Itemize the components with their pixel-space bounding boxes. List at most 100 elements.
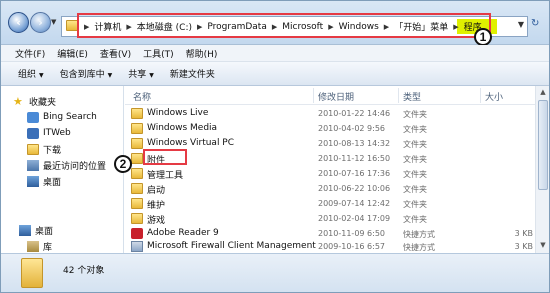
- folder-icon: [131, 168, 143, 179]
- breadcrumb-computer[interactable]: 计算机: [92, 20, 123, 33]
- nav-item-label: 下载: [43, 145, 62, 156]
- menu-help[interactable]: 帮助(H): [180, 47, 224, 60]
- menu-bar: 文件(F) 编辑(E) 查看(V) 工具(T) 帮助(H): [1, 45, 549, 62]
- breadcrumb-local-disk[interactable]: 本地磁盘 (C:): [135, 20, 194, 33]
- recent-pages-dropdown-icon[interactable]: ▼: [51, 18, 59, 26]
- address-dropdown-icon[interactable]: ▼: [518, 20, 524, 29]
- file-type: 文件夹: [403, 185, 427, 194]
- firewall-client-icon: [131, 241, 143, 252]
- breadcrumb-separator-icon[interactable]: ▶: [194, 23, 205, 31]
- breadcrumb-start-menu[interactable]: 「开始」菜单: [392, 20, 450, 33]
- file-size: 3 KB: [514, 242, 533, 251]
- folder-icon: [131, 108, 143, 119]
- nav-item-label: 收藏夹: [29, 97, 57, 108]
- step-marker-2: 2: [114, 155, 132, 173]
- folder-icon: [131, 183, 143, 194]
- vertical-scrollbar[interactable]: ▲ ▼: [535, 86, 549, 253]
- file-name: Adobe Reader 9: [147, 228, 219, 238]
- scroll-up-icon[interactable]: ▲: [538, 88, 548, 98]
- breadcrumb-separator-icon[interactable]: ▶: [381, 23, 392, 31]
- star-icon: ★: [13, 94, 23, 108]
- breadcrumb-separator-icon[interactable]: ▶: [269, 23, 280, 31]
- file-type: 文件夹: [403, 170, 427, 179]
- forward-arrow-icon[interactable]: ›: [30, 12, 51, 33]
- column-divider[interactable]: [398, 88, 399, 103]
- nav-item-itweb[interactable]: ITWeb: [27, 126, 71, 140]
- folder-icon: [131, 213, 143, 224]
- breadcrumb: ▶ 计算机 ▶ 本地磁盘 (C:) ▶ ProgramData ▶ Micros…: [81, 18, 484, 35]
- back-arrow-icon[interactable]: ‹: [8, 12, 29, 33]
- column-header-size[interactable]: 大小: [485, 90, 503, 103]
- file-row[interactable]: Windows Virtual PC 2010-08-13 14:32 文件夹: [125, 136, 549, 151]
- file-list: 名称 修改日期 类型 大小 Windows Live 2010-01-22 14…: [125, 86, 549, 253]
- refresh-icon[interactable]: ↻: [531, 18, 539, 29]
- column-divider[interactable]: [480, 88, 481, 103]
- address-folder-icon: [66, 20, 79, 31]
- file-name: 管理工具: [147, 171, 184, 181]
- file-row-accessories[interactable]: 附件 2010-11-12 16:50 文件夹: [125, 151, 549, 166]
- file-date: 2010-02-04 17:09: [318, 214, 391, 223]
- file-row[interactable]: Windows Media 2010-04-02 9:56 文件夹: [125, 121, 549, 136]
- scroll-down-icon[interactable]: ▼: [538, 241, 548, 251]
- file-row[interactable]: 启动 2010-06-22 10:06 文件夹: [125, 181, 549, 196]
- include-in-library-button[interactable]: 包含到库中 ▼: [55, 67, 124, 80]
- breadcrumb-windows[interactable]: Windows: [337, 22, 381, 32]
- adobe-reader-icon: [131, 228, 143, 239]
- library-icon: [27, 240, 39, 252]
- nav-item-bing-search[interactable]: Bing Search: [27, 110, 97, 124]
- breadcrumb-separator-icon[interactable]: ▶: [325, 23, 336, 31]
- folder-icon: [131, 138, 143, 149]
- file-row[interactable]: 游戏 2010-02-04 17:09 文件夹: [125, 211, 549, 226]
- organize-label: 组织: [18, 70, 37, 80]
- file-row[interactable]: 维护 2009-07-14 12:42 文件夹: [125, 196, 549, 211]
- menu-edit[interactable]: 编辑(E): [51, 47, 94, 60]
- organize-button[interactable]: 组织 ▼: [13, 67, 55, 80]
- itweb-icon: [27, 127, 39, 139]
- column-divider[interactable]: [313, 88, 314, 103]
- file-date: 2010-06-22 10:06: [318, 184, 391, 193]
- file-name: Microsoft Firewall Client Management: [147, 241, 316, 251]
- file-row[interactable]: Windows Live 2010-01-22 14:46 文件夹: [125, 106, 549, 121]
- navigation-pane: ★ 收藏夹 Bing Search ITWeb 下载 最近访问的位置 桌面 桌面: [1, 86, 124, 253]
- file-date: 2010-08-13 14:32: [318, 139, 391, 148]
- nav-item-label: 桌面: [35, 226, 54, 237]
- file-name: 维护: [147, 201, 166, 211]
- address-bar[interactable]: ▶ 计算机 ▶ 本地磁盘 (C:) ▶ ProgramData ▶ Micros…: [61, 16, 528, 37]
- nav-item-favorites[interactable]: ★ 收藏夹: [13, 94, 56, 108]
- file-name: Windows Live: [147, 108, 209, 118]
- nav-item-libraries[interactable]: 库: [27, 239, 52, 253]
- new-folder-button[interactable]: 新建文件夹: [165, 67, 226, 80]
- nav-item-recent-places[interactable]: 最近访问的位置: [27, 158, 106, 172]
- breadcrumb-separator-icon[interactable]: ▶: [450, 23, 461, 31]
- nav-item-label: 最近访问的位置: [43, 161, 107, 172]
- nav-item-desktop[interactable]: 桌面: [27, 174, 61, 188]
- include-in-library-label: 包含到库中: [59, 70, 105, 80]
- breadcrumb-separator-icon[interactable]: ▶: [81, 23, 92, 31]
- column-header-type[interactable]: 类型: [403, 90, 421, 103]
- desktop-icon: [27, 175, 39, 187]
- nav-item-desktop-root[interactable]: 桌面: [19, 223, 53, 237]
- breadcrumb-separator-icon[interactable]: ▶: [123, 23, 134, 31]
- column-header-name[interactable]: 名称: [133, 90, 151, 103]
- share-button[interactable]: 共享 ▼: [123, 67, 165, 80]
- explorer-window: ‹ › ▼ ▶ 计算机 ▶ 本地磁盘 (C:) ▶ ProgramData ▶ …: [0, 0, 550, 293]
- nav-item-downloads[interactable]: 下载: [27, 142, 61, 156]
- column-header-date[interactable]: 修改日期: [318, 90, 354, 103]
- menu-tools[interactable]: 工具(T): [137, 47, 180, 60]
- file-row[interactable]: Microsoft Firewall Client Management 200…: [125, 239, 549, 254]
- desktop-icon: [19, 224, 31, 236]
- breadcrumb-microsoft[interactable]: Microsoft: [280, 22, 325, 32]
- file-date: 2010-07-16 17:36: [318, 169, 391, 178]
- column-header-row: 名称 修改日期 类型 大小: [125, 86, 549, 105]
- breadcrumb-programdata[interactable]: ProgramData: [205, 22, 268, 32]
- menu-file[interactable]: 文件(F): [9, 47, 51, 60]
- file-type: 快捷方式: [403, 243, 435, 252]
- chevron-down-icon: ▼: [39, 72, 44, 79]
- file-type: 文件夹: [403, 140, 427, 149]
- scroll-thumb[interactable]: [538, 100, 548, 190]
- file-type: 文件夹: [403, 110, 427, 119]
- nav-item-label: ITWeb: [43, 128, 71, 138]
- menu-view[interactable]: 查看(V): [94, 47, 137, 60]
- chevron-down-icon: ▼: [107, 72, 113, 79]
- file-row[interactable]: 管理工具 2010-07-16 17:36 文件夹: [125, 166, 549, 181]
